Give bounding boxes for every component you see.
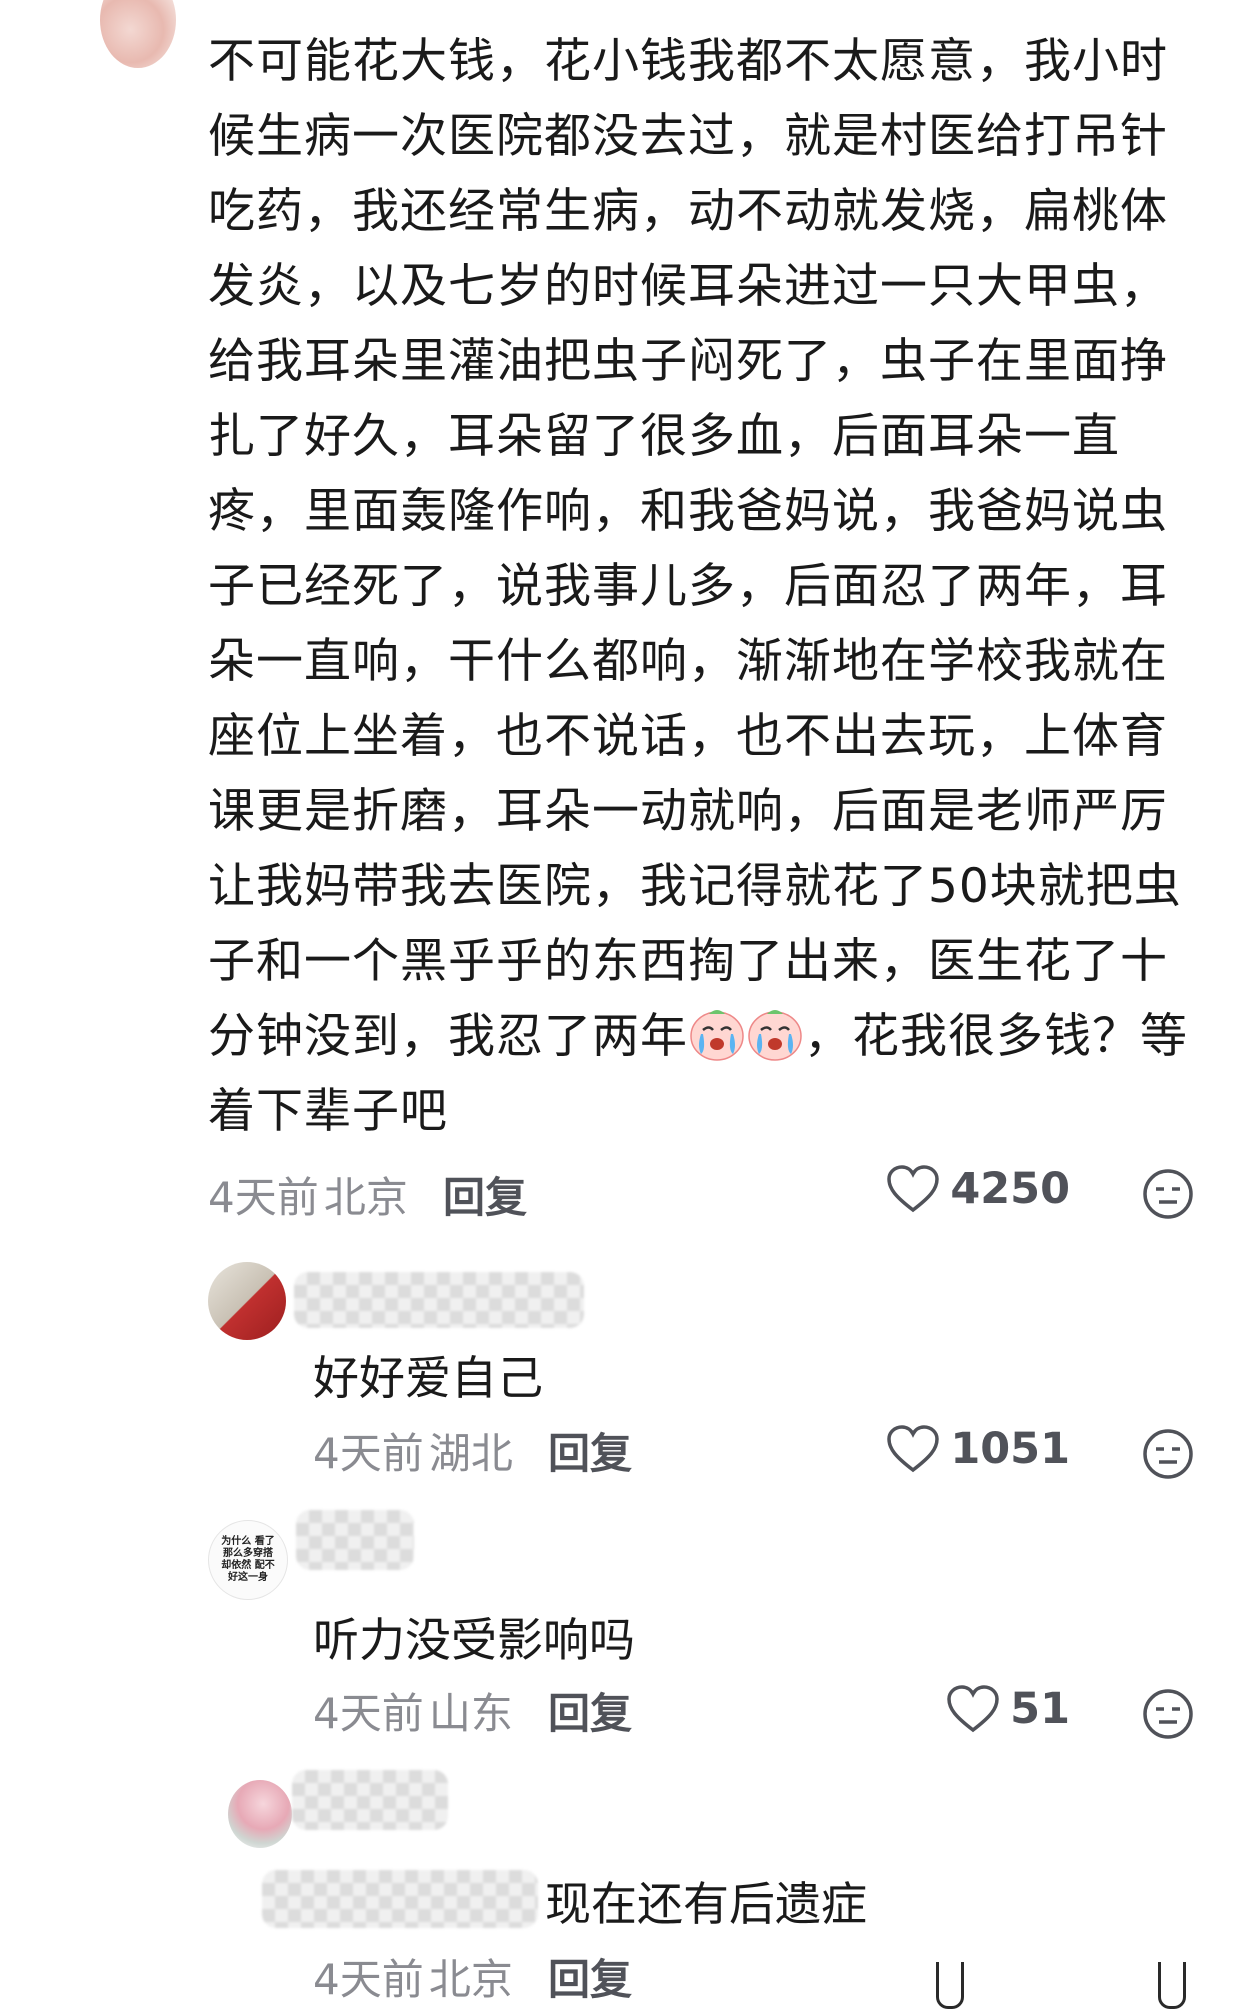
comment-text: 不可能花大钱，花小钱我都不太愿意，我小时候生病一次医院都没去过，就是村医给打吊针… xyxy=(208,24,1198,1149)
neutral-face-icon[interactable] xyxy=(1142,1428,1194,1480)
redacted-username xyxy=(294,1272,584,1328)
heart-outline-icon xyxy=(947,1685,999,1733)
reply-avatar[interactable]: 为什么 看了那么多穿搭 却依然 配不好这一身 xyxy=(208,1520,288,1600)
reply-meta: 4天前 湖北 回复 xyxy=(313,1420,632,1481)
reply-button[interactable]: 回复 xyxy=(548,1689,632,1738)
comment-body: 不可能花大钱，花小钱我都不太愿意，我小时候生病一次医院都没去过，就是村医给打吊针… xyxy=(208,34,1182,1064)
reply-location: 北京 xyxy=(428,1955,513,2004)
reply-location: 湖北 xyxy=(428,1429,513,1478)
reply-button[interactable]: 回复 xyxy=(548,1429,632,1478)
comment-meta: 4天前 北京 回复 xyxy=(208,1164,527,1225)
heart-outline-icon xyxy=(887,1425,940,1473)
like-count: 1051 xyxy=(950,1424,1070,1474)
reply-meta: 4天前 北京 回复 xyxy=(313,1946,632,2007)
like-button[interactable]: 1051 xyxy=(770,1424,1070,1474)
neutral-face-icon[interactable] xyxy=(1142,1688,1194,1740)
reply-time: 4天前 xyxy=(313,1429,424,1478)
like-count: 51 xyxy=(1010,1684,1070,1734)
reply-avatar[interactable] xyxy=(208,1262,286,1340)
reply-button[interactable]: 回复 xyxy=(548,1955,632,2004)
reply-meta: 4天前 山东 回复 xyxy=(313,1680,632,1741)
scrollbar-handle[interactable] xyxy=(936,1962,964,2009)
reply-location: 山东 xyxy=(428,1689,513,1738)
heart-outline-icon xyxy=(887,1165,940,1213)
crying-face-emoji xyxy=(689,1006,745,1062)
reply-time: 4天前 xyxy=(313,1955,424,2004)
like-button[interactable]: 4250 xyxy=(770,1164,1070,1214)
neutral-face-icon[interactable] xyxy=(1142,1168,1194,1220)
comment-location: 北京 xyxy=(323,1173,408,1222)
comment-time: 4天前 xyxy=(208,1173,319,1222)
reply-text: 听力没受影响吗 xyxy=(313,1613,635,1667)
reply-text: 好好爱自己 xyxy=(313,1351,543,1405)
like-count: 4250 xyxy=(950,1164,1070,1214)
crying-face-emoji xyxy=(747,1006,803,1062)
reply-avatar[interactable] xyxy=(228,1780,292,1848)
avatar-caption: 为什么 看了那么多穿搭 却依然 配不好这一身 xyxy=(221,1536,275,1583)
commenter-avatar[interactable] xyxy=(100,0,176,68)
scrollbar-handle[interactable] xyxy=(1158,1962,1186,2009)
reply-button[interactable]: 回复 xyxy=(443,1173,527,1222)
reply-text: 现在还有后遗症 xyxy=(545,1877,867,1931)
redacted-username xyxy=(296,1510,414,1570)
like-button[interactable]: 51 xyxy=(770,1684,1070,1734)
reply-time: 4天前 xyxy=(313,1689,424,1738)
redacted-text xyxy=(262,1870,538,1928)
redacted-username xyxy=(292,1770,448,1830)
